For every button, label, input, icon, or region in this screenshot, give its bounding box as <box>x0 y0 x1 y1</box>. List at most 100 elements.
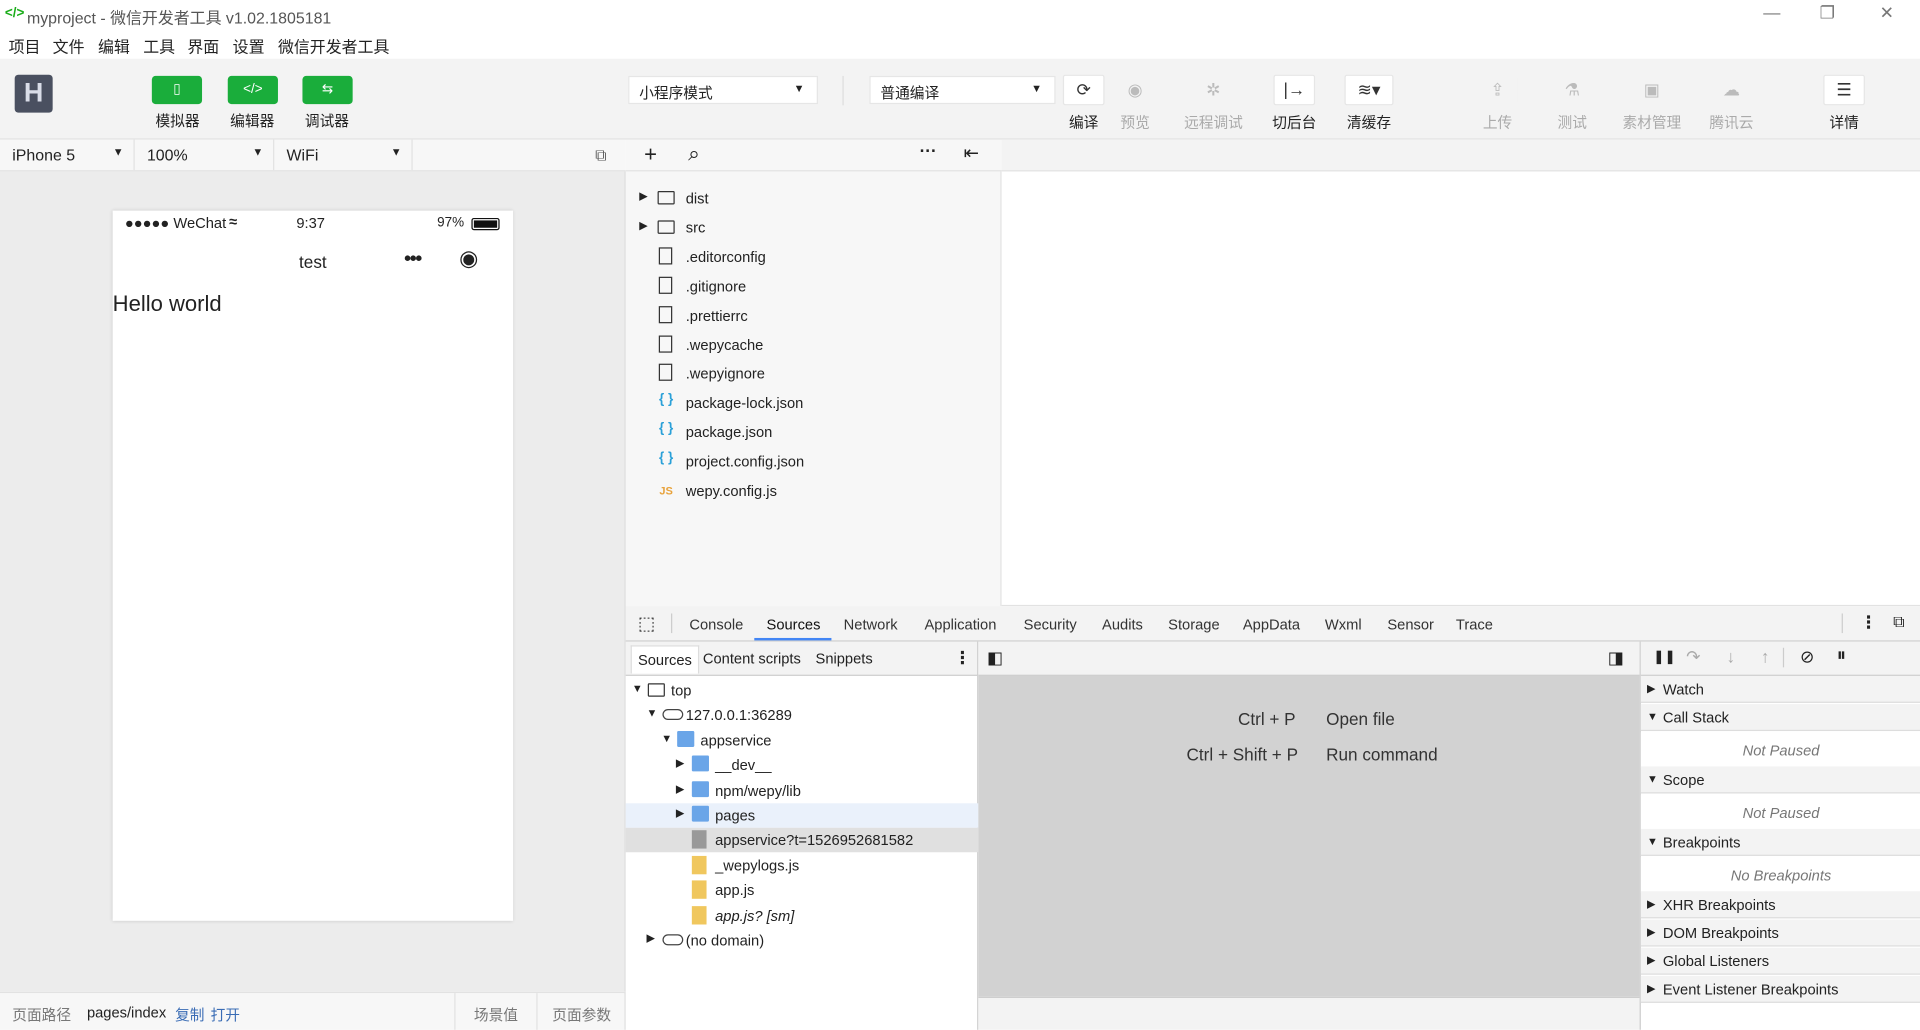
subtab-snippets[interactable]: Snippets <box>816 650 873 667</box>
caret-right-icon[interactable]: ▶ <box>676 807 684 820</box>
more-icon[interactable]: ··· <box>920 141 937 161</box>
deactivate-breakpoints-icon[interactable]: ⊘ <box>1800 647 1814 668</box>
menu-item-edit[interactable]: 编辑 <box>98 34 130 57</box>
debugger-section-header[interactable]: ▶ XHR Breakpoints <box>1640 891 1920 919</box>
open-link[interactable]: 打开 <box>211 1004 240 1025</box>
scene-button[interactable]: 场景值 <box>474 1004 518 1025</box>
toggle-debugger-icon[interactable]: ◨ <box>1608 648 1624 669</box>
caret-right-icon[interactable]: ▶ <box>647 932 655 945</box>
clear-cache-button[interactable]: ≋▾ <box>1344 74 1394 106</box>
file-tree-item[interactable]: .wepycache <box>626 330 1002 359</box>
sources-tree-item[interactable]: ▶ (no domain) <box>626 928 979 952</box>
more-vertical-icon[interactable]: ⋮ <box>1860 612 1877 633</box>
debugger-section-header[interactable]: ▶ DOM Breakpoints <box>1640 919 1920 947</box>
tab-sources[interactable]: Sources <box>767 616 821 633</box>
menu-item-file[interactable]: 文件 <box>53 34 85 57</box>
search-icon[interactable]: ⌕ <box>688 142 700 166</box>
menu-item-wechat-devtools[interactable]: 微信开发者工具 <box>278 34 389 57</box>
minimize-button[interactable]: — <box>1763 2 1780 22</box>
pause-icon[interactable]: ❚❚ <box>1653 649 1676 665</box>
caret-right-icon[interactable]: ▶ <box>639 219 647 232</box>
record-icon[interactable]: ◉ <box>459 246 478 272</box>
compile-button[interactable]: ⟳ <box>1062 74 1105 106</box>
debugger-button[interactable]: ⇆ <box>302 75 353 105</box>
page-params-button[interactable]: 页面参数 <box>552 1004 611 1025</box>
menu-item-view[interactable]: 界面 <box>187 34 219 57</box>
sources-tree-item[interactable]: _wepylogs.js <box>626 853 979 877</box>
background-button[interactable]: |→ <box>1273 74 1316 106</box>
upload-button[interactable]: ⇪ <box>1476 74 1519 106</box>
debugger-section-header[interactable]: ▶ Global Listeners <box>1640 947 1920 975</box>
close-button[interactable]: ✕ <box>1880 2 1894 23</box>
tab-wxml[interactable]: Wxml <box>1325 616 1362 633</box>
tab-storage[interactable]: Storage <box>1168 616 1219 633</box>
sources-tree-item[interactable]: ▼ appservice <box>626 728 979 752</box>
sources-tree-item[interactable]: appservice?t=1526952681582 <box>625 828 979 853</box>
tab-security[interactable]: Security <box>1024 616 1077 633</box>
file-tree-item[interactable]: JS wepy.config.js <box>626 476 1002 505</box>
collapse-icon[interactable]: ⇤ <box>964 142 979 164</box>
menu-item-settings[interactable]: 设置 <box>233 34 265 57</box>
file-tree-item[interactable]: ▶ dist <box>626 184 1002 213</box>
detach-icon[interactable]: ⧉ <box>595 146 606 166</box>
editor-area[interactable] <box>1001 139 1920 607</box>
restore-button[interactable]: ❐ <box>1820 2 1835 23</box>
compile-select[interactable]: 普通编译 ▼ <box>869 75 1056 105</box>
file-tree-item[interactable]: ▶ src <box>626 213 1002 242</box>
file-tree-item[interactable]: { } project.config.json <box>626 447 1002 476</box>
file-tree-item[interactable]: { } package-lock.json <box>626 389 1002 418</box>
editor-button[interactable]: </> <box>227 75 278 105</box>
tab-application[interactable]: Application <box>924 616 996 633</box>
copy-link[interactable]: 复制 <box>175 1004 204 1025</box>
preview-button[interactable]: ◉ <box>1114 74 1156 106</box>
zoom-select[interactable]: 100% ▼ <box>135 139 275 171</box>
add-icon[interactable]: + <box>644 142 657 168</box>
debugger-section-header[interactable]: ▼ Scope <box>1640 766 1920 794</box>
sources-tree-item[interactable]: ▶ pages <box>625 803 979 828</box>
caret-down-icon[interactable]: ▼ <box>661 732 672 744</box>
tab-network[interactable]: Network <box>844 616 898 633</box>
pause-exceptions-icon[interactable]: ⏸ <box>1837 645 1846 666</box>
sources-tree-item[interactable]: app.js <box>626 878 979 902</box>
assets-button[interactable]: ▣ <box>1631 74 1673 106</box>
tab-console[interactable]: Console <box>689 616 743 633</box>
network-select[interactable]: WiFi ▼ <box>274 139 413 171</box>
sources-tree-item[interactable]: ▼ 127.0.0.1:36289 <box>626 703 979 727</box>
file-tree-item[interactable]: { } package.json <box>626 418 1002 447</box>
remote-debug-button[interactable]: ✲ <box>1192 74 1235 106</box>
avatar[interactable]: H <box>14 74 53 113</box>
file-tree-item[interactable]: .editorconfig <box>626 242 1002 271</box>
toggle-navigator-icon[interactable]: ◧ <box>987 648 1003 669</box>
step-into-icon[interactable]: ↓ <box>1727 647 1736 667</box>
mode-select[interactable]: 小程序模式 ▼ <box>628 75 818 105</box>
step-out-icon[interactable]: ↑ <box>1761 647 1770 667</box>
caret-right-icon[interactable]: ▶ <box>676 757 684 770</box>
caret-down-icon[interactable]: ▼ <box>632 682 643 694</box>
more-vertical-icon[interactable]: ⋮ <box>954 648 971 669</box>
subtab-content-scripts[interactable]: Content scripts <box>703 650 801 667</box>
subtab-sources[interactable]: Sources <box>630 645 700 674</box>
caret-right-icon[interactable]: ▶ <box>676 782 684 795</box>
details-button[interactable]: ☰ <box>1823 74 1865 106</box>
test-button[interactable]: ⚗ <box>1551 74 1594 106</box>
menu-item-tools[interactable]: 工具 <box>143 34 175 57</box>
tab-trace[interactable]: Trace <box>1456 616 1493 633</box>
sources-tree-item[interactable]: app.js? [sm] <box>626 903 979 927</box>
debugger-section-header[interactable]: ▶ Watch <box>1640 675 1920 703</box>
caret-right-icon[interactable]: ▶ <box>639 190 647 203</box>
tab-appdata[interactable]: AppData <box>1243 616 1300 633</box>
tencent-cloud-button[interactable]: ☁ <box>1710 74 1753 106</box>
debugger-section-header[interactable]: ▼ Breakpoints <box>1640 828 1920 856</box>
undock-icon[interactable]: ⧉ <box>1893 612 1904 632</box>
file-tree-item[interactable]: .wepyignore <box>626 359 1002 388</box>
menu-item-project[interactable]: 项目 <box>9 34 41 57</box>
device-select[interactable]: iPhone 5 ▼ <box>0 139 135 171</box>
sources-tree-item[interactable]: ▶ __dev__ <box>626 753 979 777</box>
sources-tree-item[interactable]: ▼ top <box>626 678 979 702</box>
file-tree-item[interactable]: .prettierrc <box>626 301 1002 330</box>
phone-screen[interactable]: ●●●●● WeChat ≈ 9:37 97% test ••• ◉ Hello… <box>112 210 514 921</box>
caret-down-icon[interactable]: ▼ <box>647 707 658 719</box>
step-over-icon[interactable]: ↷ <box>1686 647 1700 668</box>
inspect-icon[interactable]: ⬚ <box>638 612 655 634</box>
tab-sensor[interactable]: Sensor <box>1387 616 1434 633</box>
